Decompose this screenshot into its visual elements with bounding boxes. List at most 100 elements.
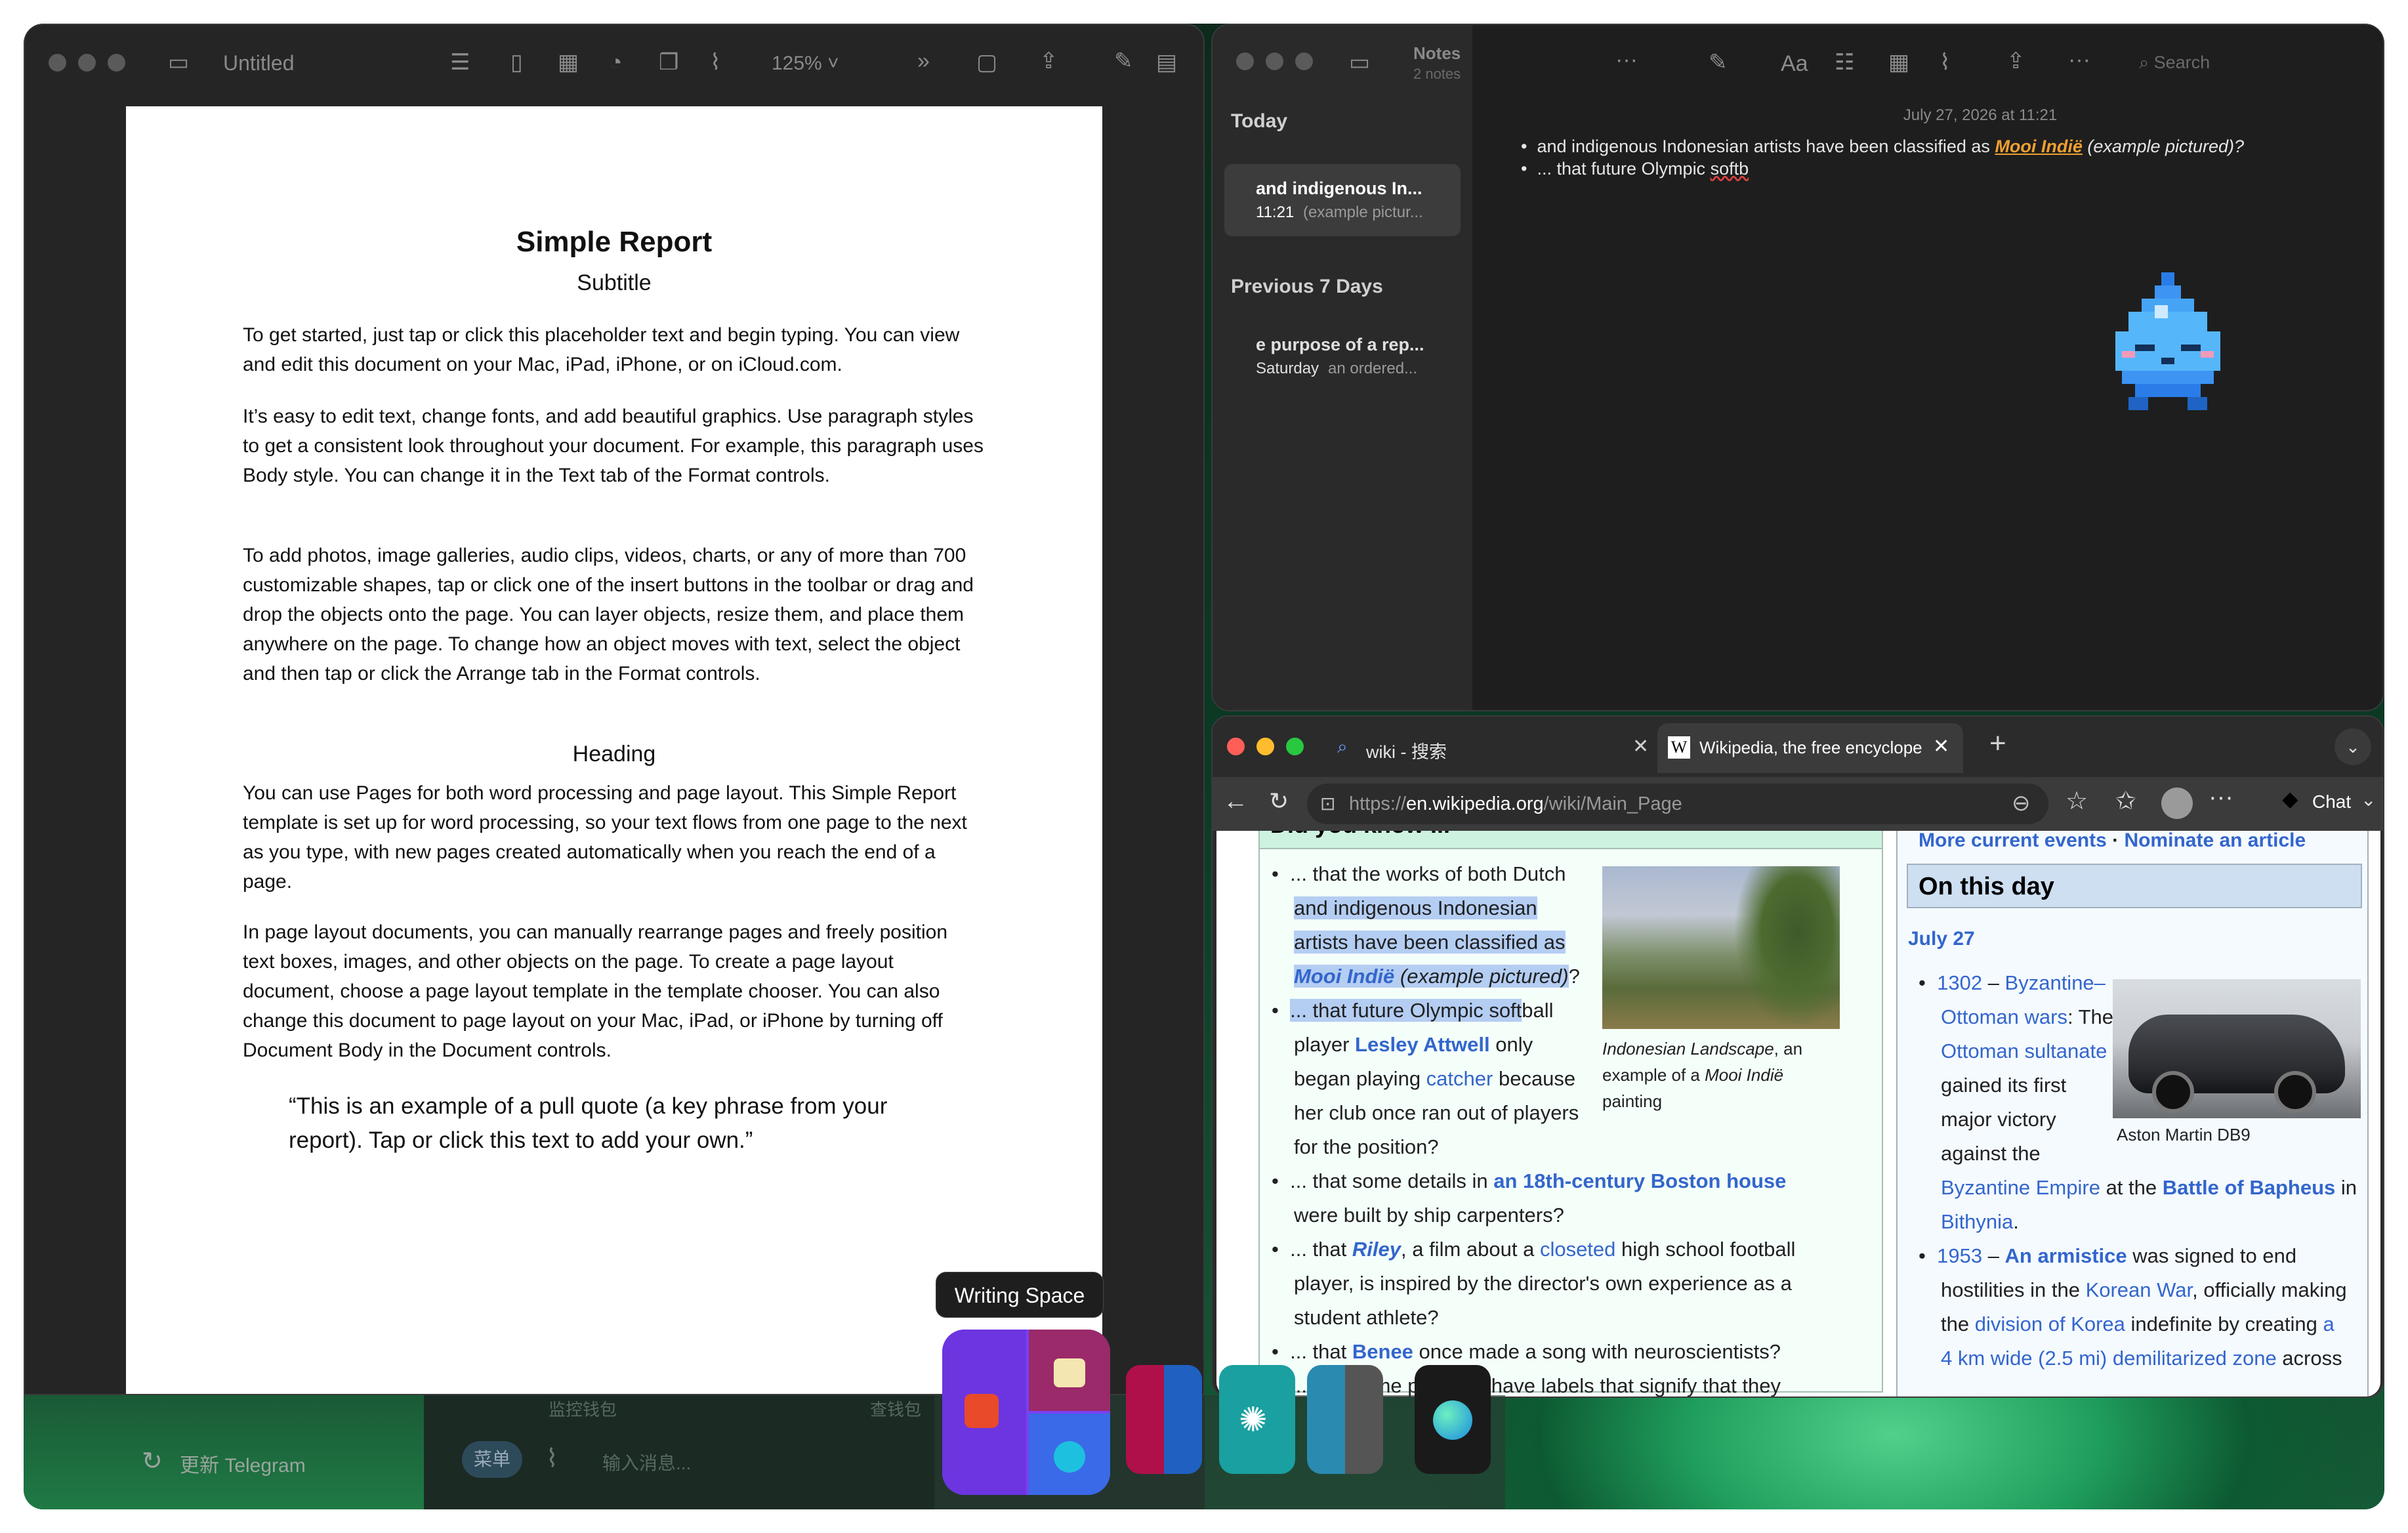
search-icon: ⌕ xyxy=(1337,736,1348,757)
note-date: July 27, 2026 at 11:21 xyxy=(1903,106,2058,124)
doc-paragraph-1[interactable]: To get started, just tap or click this p… xyxy=(243,320,984,379)
pages-window: ▭ Untitled ☰ ▯ ▦ ◔ ❐ ⌇ 125% ˅ » ▢ ⇪ ✎ ▤ … xyxy=(24,24,1205,1395)
document-icon[interactable]: ▤ xyxy=(1156,51,1177,74)
share-icon[interactable]: ⇪ xyxy=(2006,50,2025,72)
lesley-attwell-link[interactable]: Lesley Attwell xyxy=(1355,1033,1490,1056)
document-title[interactable]: Untitled xyxy=(223,51,295,75)
tab-search[interactable]: ⌕ wiki - 搜索 ✕ xyxy=(1337,727,1649,770)
chart-icon[interactable]: ◔ xyxy=(609,51,623,74)
doc-paragraph-2[interactable]: It’s easy to edit text, change fonts, an… xyxy=(243,402,984,490)
search-field[interactable]: ⌕ Search xyxy=(2139,52,2210,74)
dock-app-pair-icon-2[interactable] xyxy=(1307,1365,1383,1474)
doc-heading[interactable]: Heading xyxy=(126,742,1102,767)
notes-title: Notes xyxy=(1413,43,1461,63)
doc-pull-quote[interactable]: “This is an example of a pull quote (a k… xyxy=(289,1089,945,1158)
favorite-star-icon[interactable]: ☆ xyxy=(2065,786,2088,816)
message-input[interactable]: 输入消息... xyxy=(602,1449,691,1475)
list-icon[interactable]: ☰ xyxy=(450,51,470,74)
sidebar-icon[interactable]: ▭ xyxy=(168,51,189,74)
pixel-droplet-mascot-icon[interactable] xyxy=(2102,272,2240,417)
format-brush-icon[interactable]: ✎ xyxy=(1114,50,1133,72)
window-controls[interactable] xyxy=(1227,738,1316,759)
doc-paragraph-5[interactable]: In page layout documents, you can manual… xyxy=(243,917,984,1065)
dyk-line: player, is inspired by the director's ow… xyxy=(1294,1272,1792,1295)
chat-chevron-icon[interactable]: ⌄ xyxy=(2361,789,2376,810)
tab-wikipedia[interactable]: W Wikipedia, the free encyclopedia ✕ xyxy=(1657,723,1963,773)
update-telegram-button[interactable]: 更新 Telegram xyxy=(180,1449,306,1478)
edge-dock-icon[interactable] xyxy=(1415,1365,1491,1474)
note-body[interactable]: • and indigenous Indonesian artists have… xyxy=(1521,135,2244,180)
tab-list-chevron-icon[interactable]: ⌄ xyxy=(2335,728,2371,765)
telegram-sidebar-bottom: ↻ 更新 Telegram xyxy=(24,1395,424,1509)
comment-icon[interactable]: ▢ xyxy=(976,51,997,74)
note-item-selected[interactable]: and indigenous In... 11:21 (example pict… xyxy=(1224,164,1461,236)
close-button[interactable] xyxy=(1227,738,1245,755)
doc-title[interactable]: Simple Report xyxy=(126,226,1102,259)
update-icon: ↻ xyxy=(142,1448,163,1475)
mooi-indie-link[interactable]: Mooi Indië xyxy=(1294,965,1394,988)
more-icon[interactable]: ··· xyxy=(1615,49,1638,71)
format-text-icon[interactable]: Aa xyxy=(1781,51,1808,77)
zoom-button[interactable] xyxy=(1286,738,1304,755)
document-page[interactable]: Simple Report Subtitle To get started, j… xyxy=(126,106,1102,1394)
dock-app-pair-icon[interactable] xyxy=(1126,1365,1202,1474)
catcher-link[interactable]: catcher xyxy=(1426,1067,1493,1090)
attachment-icon[interactable]: ⌇ xyxy=(710,51,721,74)
dyk-line: player Lesley Attwell only xyxy=(1294,1033,1533,1056)
more-icon-2[interactable]: ··· xyxy=(2068,49,2090,71)
window-controls[interactable] xyxy=(49,54,137,75)
tab-close-icon[interactable]: ✕ xyxy=(1933,735,1949,758)
share-icon[interactable]: ⇪ xyxy=(1039,50,1058,72)
note-time: 11:21 xyxy=(1256,203,1295,221)
back-icon[interactable]: ← xyxy=(1223,788,1248,816)
tab-close-icon[interactable]: ✕ xyxy=(1632,735,1649,758)
closeted-link[interactable]: closeted xyxy=(1540,1238,1615,1261)
more-chevrons-icon[interactable]: » xyxy=(917,50,930,72)
reader-icon[interactable]: ⊖ xyxy=(2012,790,2031,816)
boston-house-link[interactable]: an 18th-century Boston house xyxy=(1493,1169,1786,1192)
shapes-icon[interactable]: ❐ xyxy=(659,51,678,74)
favorites-icon[interactable]: ✩ xyxy=(2115,786,2136,816)
minimize-button[interactable] xyxy=(1256,738,1274,755)
doc-subtitle[interactable]: Subtitle xyxy=(126,270,1102,296)
attachment-icon[interactable]: ⌇ xyxy=(1940,51,1951,74)
riley-link[interactable]: Riley xyxy=(1352,1238,1401,1261)
otd-line: Ottoman wars: The xyxy=(1941,1005,2114,1028)
writing-space-folder-icon[interactable] xyxy=(942,1330,1110,1495)
otd-line: Byzantine Empire at the Battle of Bapheu… xyxy=(1941,1176,2357,1199)
trash-icon[interactable]: ▯ xyxy=(510,51,523,74)
zoom-select[interactable]: 125% ˅ xyxy=(772,52,839,75)
dock-tooltip: Writing Space xyxy=(936,1272,1104,1318)
nominate-article-link[interactable]: Nominate an article xyxy=(2124,831,2306,851)
attach-icon[interactable]: ⌇ xyxy=(546,1444,558,1473)
window-controls[interactable] xyxy=(1236,52,1325,74)
checklist-icon[interactable]: ☷ xyxy=(1835,51,1854,74)
compose-icon[interactable]: ✎ xyxy=(1709,51,1728,74)
dyk-item-1: • ... that the works of both Dutch xyxy=(1272,862,1566,885)
benee-link[interactable]: Benee xyxy=(1352,1340,1413,1363)
more-current-events-link[interactable]: More current events xyxy=(1919,831,2107,851)
profile-avatar[interactable] xyxy=(2161,788,2193,819)
otd-date[interactable]: July 27 xyxy=(1908,928,1975,950)
chat-button[interactable]: Chat xyxy=(2312,791,2351,812)
menu-button[interactable]: 菜单 xyxy=(462,1441,522,1478)
note-title: e purpose of a rep... xyxy=(1256,335,1424,354)
lock-icon: ⊡ xyxy=(1320,793,1336,814)
table-icon[interactable]: ▦ xyxy=(558,51,579,74)
dyk-header: Did you know ... xyxy=(1270,831,1450,839)
table-icon[interactable]: ▦ xyxy=(1888,51,1909,74)
doc-paragraph-4[interactable]: You can use Pages for both word processi… xyxy=(243,778,984,896)
dyk-item-4: • ... that Riley, a film about a closete… xyxy=(1272,1238,1796,1261)
more-icon[interactable]: ··· xyxy=(2209,784,2233,812)
new-tab-icon[interactable]: + xyxy=(1989,727,2006,760)
address-field[interactable]: ⊡ https://en.wikipedia.org/wiki/Main_Pag… xyxy=(1307,784,2048,824)
note-line-2[interactable]: • ... that future Olympic softb xyxy=(1521,158,2244,180)
doc-paragraph-3[interactable]: To add photos, image galleries, audio cl… xyxy=(243,541,984,688)
otd-line: 4 km wide (2.5 mi) demilitarized zone ac… xyxy=(1941,1347,2342,1370)
chatgpt-app-icon[interactable]: ✺ xyxy=(1219,1365,1295,1474)
note-item[interactable]: e purpose of a rep... Saturday an ordere… xyxy=(1224,320,1461,392)
note-line-1[interactable]: • and indigenous Indonesian artists have… xyxy=(1521,135,2244,158)
sidebar-icon[interactable]: ▭ xyxy=(1349,51,1370,74)
note-preview: an ordered... xyxy=(1328,360,1418,377)
reload-icon[interactable]: ↻ xyxy=(1269,788,1289,815)
